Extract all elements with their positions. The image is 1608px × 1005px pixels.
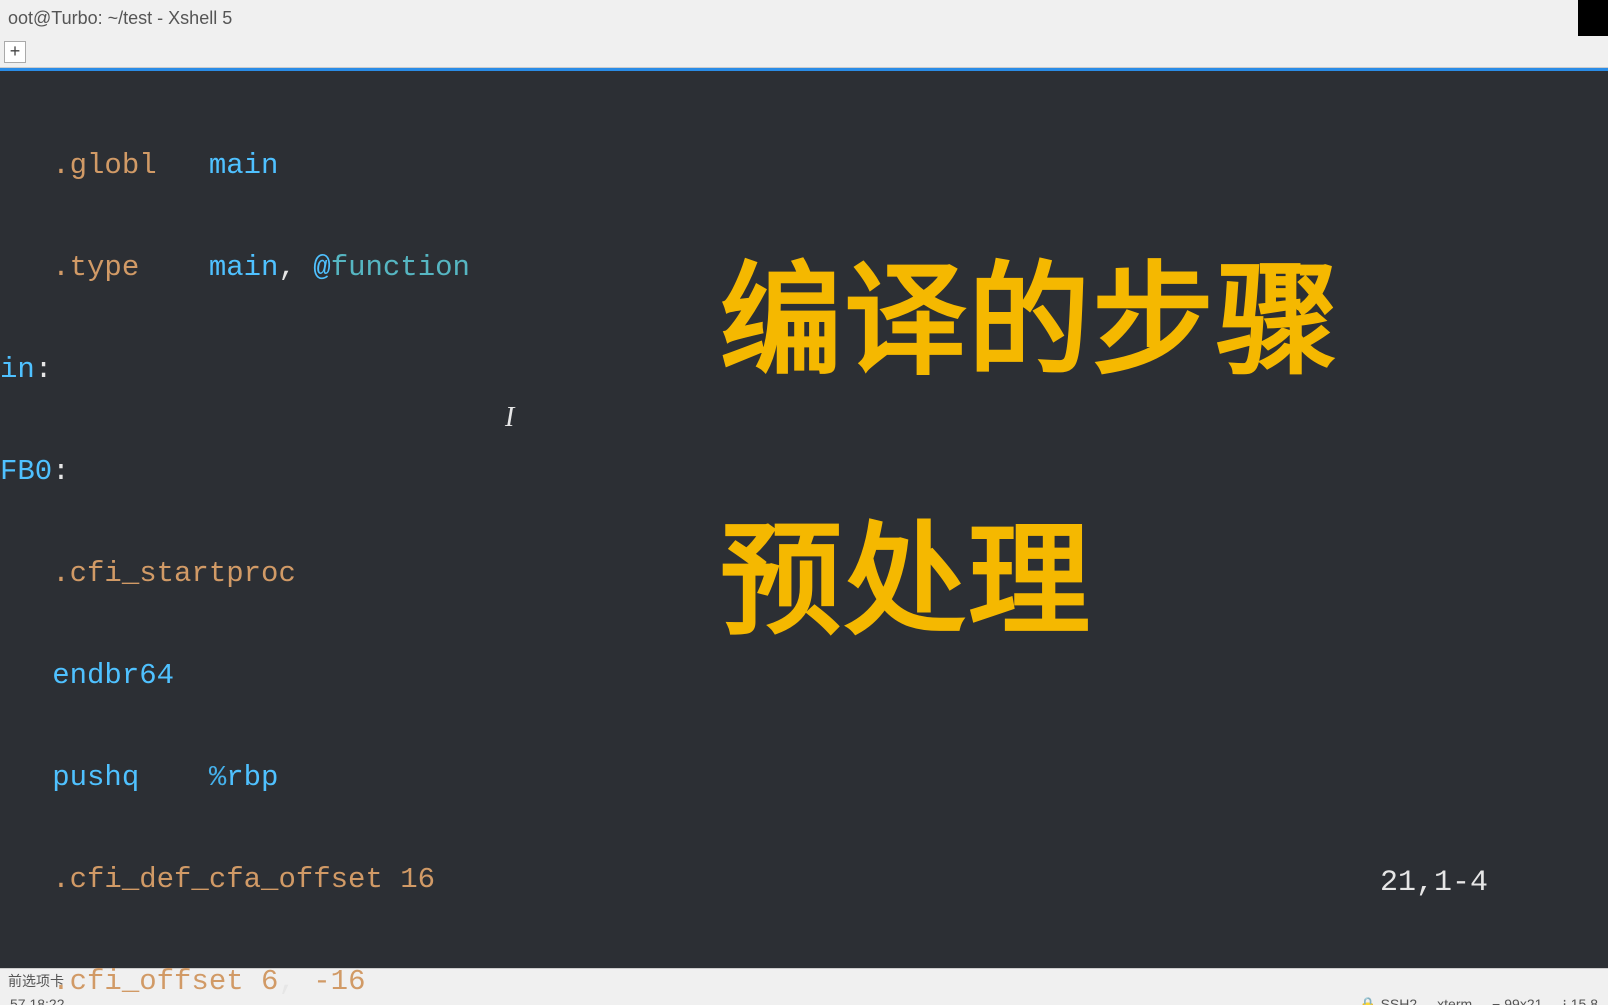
new-tab-button[interactable]: + xyxy=(4,41,26,63)
label: in xyxy=(0,353,35,386)
overlay-title: 编译的步骤 xyxy=(720,251,1608,391)
directive: .cfi_def_cfa_offset xyxy=(0,863,400,896)
label: FB0 xyxy=(0,455,52,488)
symbol: main xyxy=(209,149,279,182)
instruction: pushq xyxy=(0,761,209,794)
overlay-subtitle: 预处理 xyxy=(720,511,1608,651)
terminal-border: .globl main .type main, @function in: FB… xyxy=(0,68,1608,968)
text-cursor-icon xyxy=(505,401,507,431)
directive: .type xyxy=(0,251,209,284)
terminal-viewport[interactable]: .globl main .type main, @function in: FB… xyxy=(0,71,1608,968)
titlebar-dark-patch xyxy=(1578,0,1608,36)
vim-position-indicator: 21,1-4 xyxy=(1380,866,1488,900)
directive: .cfi_startproc xyxy=(0,557,296,590)
window-title: oot@Turbo: ~/test - Xshell 5 xyxy=(8,8,232,29)
tab-bar: + xyxy=(0,36,1608,68)
directive: .globl xyxy=(0,149,209,182)
window-titlebar: oot@Turbo: ~/test - Xshell 5 xyxy=(0,0,1608,36)
instruction: endbr64 xyxy=(0,659,174,692)
directive: .cfi_offset xyxy=(0,965,261,998)
annotation-overlay: 编译的步骤 预处理 xyxy=(720,251,1608,652)
